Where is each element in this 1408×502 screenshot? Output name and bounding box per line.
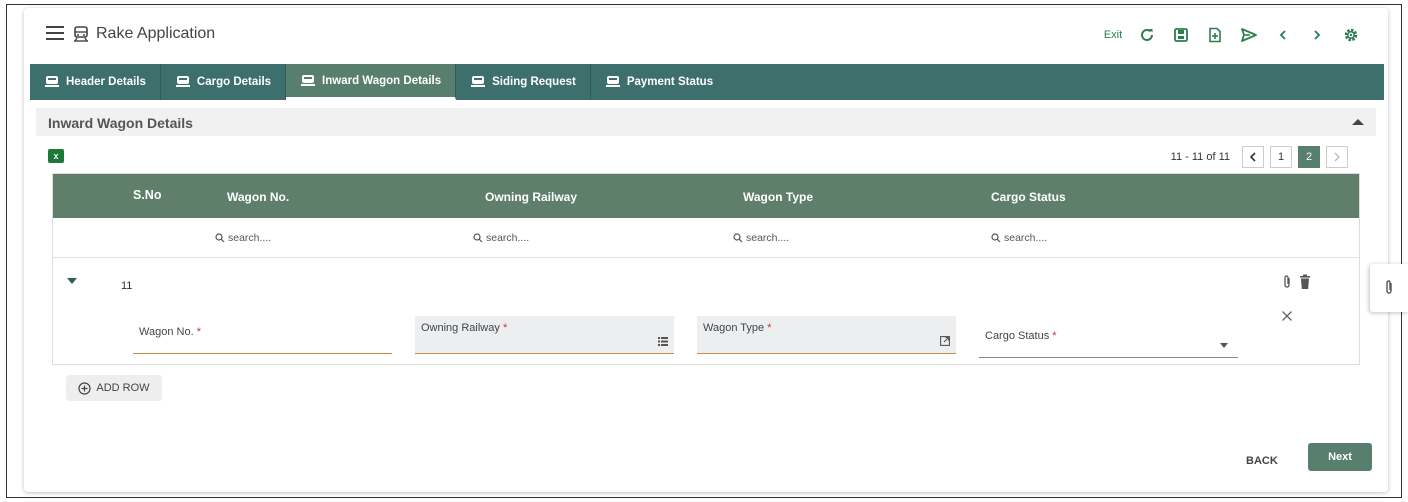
trash-icon[interactable]: [1299, 274, 1311, 290]
add-row-button[interactable]: ADD ROW: [66, 375, 162, 401]
refresh-icon: [1141, 28, 1153, 41]
back-button[interactable]: BACK: [1246, 455, 1278, 467]
chevron-left-icon: [1279, 30, 1286, 40]
excel-export-icon[interactable]: x: [48, 149, 64, 163]
side-attachment-button[interactable]: [1370, 264, 1408, 312]
pagination-range: 11 - 11 of 11: [1170, 151, 1230, 163]
search-icon: [733, 233, 743, 243]
tab-cargo-details[interactable]: Cargo Details: [161, 64, 287, 100]
next-record-button[interactable]: [1300, 22, 1334, 48]
settings-button[interactable]: [1334, 22, 1368, 48]
tab-siding-request[interactable]: Siding Request: [456, 64, 591, 100]
section-title: Inward Wagon Details: [48, 115, 193, 131]
collapse-icon[interactable]: [1352, 119, 1364, 125]
tab-payment-status[interactable]: Payment Status: [591, 64, 727, 100]
chevron-right-icon: [1334, 152, 1340, 162]
tab-label: Payment Status: [626, 76, 714, 88]
section-header: Inward Wagon Details: [36, 108, 1376, 136]
tab-bar: Header Details Cargo Details Inward Wago…: [30, 64, 1384, 100]
wagon-no-field[interactable]: Wagon No. *: [133, 318, 392, 354]
pager-page-1[interactable]: 1: [1270, 146, 1292, 168]
send-icon: [1241, 28, 1257, 42]
pager-prev-button[interactable]: [1242, 146, 1264, 168]
cargo-status-label: Cargo Status: [985, 330, 1050, 342]
app-card: Rake Application Exit Header Details Car…: [24, 8, 1388, 492]
train-icon: [45, 76, 59, 87]
new-document-button[interactable]: [1198, 22, 1232, 48]
filter-placeholder: search....: [486, 232, 530, 244]
close-icon[interactable]: [1281, 310, 1293, 322]
train-icon: [175, 76, 190, 87]
train-icon: [74, 26, 88, 42]
toolbar: Exit: [1096, 22, 1368, 48]
filter-placeholder: search....: [746, 232, 790, 244]
list-icon[interactable]: [658, 337, 668, 346]
train-icon: [471, 76, 486, 87]
required-marker: *: [767, 322, 772, 334]
paperclip-icon[interactable]: [1281, 274, 1293, 290]
column-header-wagon-type[interactable]: Wagon Type: [743, 190, 813, 204]
column-header-cargo-status[interactable]: Cargo Status: [991, 190, 1066, 204]
exit-button[interactable]: Exit: [1096, 22, 1130, 48]
paperclip-icon: [1386, 280, 1392, 294]
filter-owning-railway[interactable]: search....: [473, 232, 529, 244]
train-icon: [301, 74, 316, 86]
add-row-label: ADD ROW: [96, 382, 150, 394]
file-add-icon: [1209, 27, 1221, 43]
owning-railway-field[interactable]: Owning Railway *: [415, 316, 674, 354]
tab-inward-wagon-details[interactable]: Inward Wagon Details: [286, 64, 457, 100]
search-icon: [991, 233, 1001, 243]
filter-wagon-type[interactable]: search....: [733, 232, 789, 244]
chevron-left-icon: [1249, 152, 1256, 162]
tab-label: Inward Wagon Details: [322, 74, 442, 87]
wagon-type-field[interactable]: Wagon Type *: [697, 316, 956, 354]
dropdown-arrow-icon[interactable]: [1220, 343, 1228, 348]
save-button[interactable]: [1164, 22, 1198, 48]
next-button[interactable]: Next: [1308, 443, 1372, 471]
row-sno: 11: [121, 280, 133, 292]
refresh-button[interactable]: [1130, 22, 1164, 48]
column-header-owning-railway[interactable]: Owning Railway: [485, 190, 577, 204]
top-bar: Rake Application Exit: [24, 8, 1388, 62]
cargo-status-field[interactable]: Cargo Status *: [979, 322, 1238, 358]
open-in-new-icon[interactable]: [940, 336, 950, 346]
filter-cargo-status[interactable]: search....: [991, 232, 1047, 244]
pager-page-2[interactable]: 2: [1298, 146, 1320, 168]
pagination: 11 - 11 of 11 1 2: [1171, 146, 1348, 168]
tab-label: Cargo Details: [196, 76, 272, 88]
hamburger-menu-icon[interactable]: [46, 26, 64, 42]
row-expand-icon[interactable]: [67, 278, 77, 284]
train-icon: [605, 76, 620, 87]
required-marker: *: [502, 322, 508, 334]
previous-button[interactable]: [1266, 22, 1300, 48]
search-icon: [215, 233, 225, 243]
tab-label: Header Details: [66, 76, 146, 88]
wagon-grid: S.No Wagon No. Owning Railway Wagon Type…: [52, 173, 1360, 365]
gear-icon: [1344, 28, 1358, 42]
required-marker: *: [196, 326, 201, 338]
app-title: Rake Application: [96, 25, 216, 42]
filter-row: search.... search.... search.... search.…: [53, 218, 1359, 258]
wagon-no-label: Wagon No.: [139, 326, 194, 338]
send-button[interactable]: [1232, 22, 1266, 48]
chevron-right-icon: [1314, 30, 1321, 40]
required-marker: *: [1052, 330, 1057, 342]
search-icon: [473, 233, 483, 243]
grid-header: S.No Wagon No. Owning Railway Wagon Type…: [53, 174, 1359, 218]
column-header-sno[interactable]: S.No: [133, 188, 161, 202]
wagon-type-label: Wagon Type: [703, 322, 765, 334]
tab-header-details[interactable]: Header Details: [30, 64, 161, 100]
owning-railway-label: Owning Railway: [421, 322, 500, 334]
column-header-wagon-no[interactable]: Wagon No.: [227, 190, 289, 204]
save-icon: [1174, 28, 1188, 42]
filter-placeholder: search....: [228, 232, 272, 244]
add-circle-icon: [78, 381, 92, 395]
pager-next-button[interactable]: [1326, 146, 1348, 168]
filter-wagon-no[interactable]: search....: [215, 232, 271, 244]
tab-label: Siding Request: [492, 76, 576, 88]
filter-placeholder: search....: [1004, 232, 1048, 244]
